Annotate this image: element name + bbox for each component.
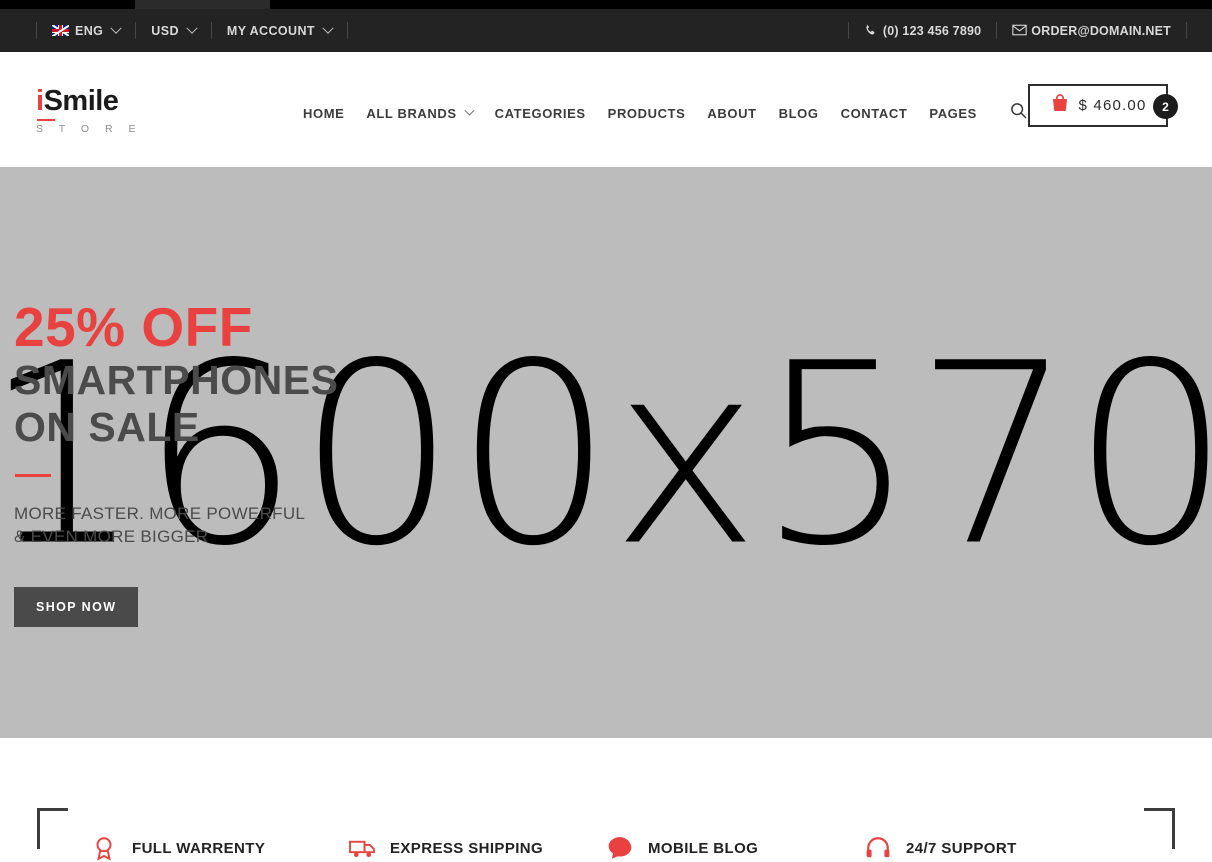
hero-offer-text: 25% OFF xyxy=(14,296,253,358)
currency-label: USD xyxy=(151,23,179,38)
nav-item-about[interactable]: ABOUT xyxy=(696,106,767,121)
cart-total: $ 460.00 xyxy=(1078,97,1147,114)
nav-item-all-brands[interactable]: ALL BRANDS xyxy=(355,105,483,121)
nav-label: PAGES xyxy=(929,105,977,121)
hero-content: 25% OFF SMARTPHONES ON SALE MORE FASTER.… xyxy=(14,299,338,627)
logo-underline xyxy=(37,119,55,121)
nav-label: CATEGORIES xyxy=(494,105,586,121)
hero-subtitle-line1: MORE FASTER. MORE POWERFUL xyxy=(14,503,306,523)
phone-link[interactable]: (0) 123 456 7890 xyxy=(849,9,996,52)
email-link[interactable]: ORDER@DOMAIN.NET xyxy=(997,9,1186,52)
feature-express-shipping[interactable]: EXPRESS SHIPPING xyxy=(348,834,606,862)
decorative-bracket-right xyxy=(1144,808,1175,849)
topbar-left-group: ENG USD MY ACCOUNT xyxy=(36,9,348,52)
email-address: ORDER@DOMAIN.NET xyxy=(1031,23,1171,38)
nav-label: CONTACT xyxy=(840,105,908,121)
browser-chrome-strip xyxy=(0,0,1212,9)
nav-item-home[interactable]: HOME xyxy=(292,106,355,121)
truck-icon xyxy=(348,834,376,862)
language-label: ENG xyxy=(75,23,104,38)
nav-label: PRODUCTS xyxy=(607,105,686,121)
nav-label: ALL BRANDS xyxy=(366,105,457,121)
my-account-label: MY ACCOUNT xyxy=(226,23,315,38)
cart-item-count-badge: 2 xyxy=(1153,94,1178,119)
chevron-down-icon xyxy=(322,22,334,34)
nav-item-products[interactable]: PRODUCTS xyxy=(597,106,697,121)
feature-title: FULL WARRENTY xyxy=(132,839,266,857)
nav-item-categories[interactable]: CATEGORIES xyxy=(484,106,597,121)
search-button[interactable] xyxy=(1010,102,1027,124)
features-row: FULL WARRENTY EXPRESS SHIPPING MOBILE BL… xyxy=(90,834,1122,862)
divider xyxy=(1186,22,1187,39)
feature-mobile-blog[interactable]: MOBILE BLOG xyxy=(606,834,864,862)
my-account-menu[interactable]: MY ACCOUNT xyxy=(212,9,347,52)
hero-subtitle: MORE FASTER. MORE POWERFUL & EVEN MORE B… xyxy=(14,503,338,549)
logo-wordmark: iSmile xyxy=(36,87,142,116)
mail-icon xyxy=(1012,24,1028,37)
nav-label: ABOUT xyxy=(707,105,757,121)
shopping-bag-icon xyxy=(1050,93,1070,118)
hero-headline-line1: SMARTPHONES xyxy=(14,357,339,404)
chevron-down-icon xyxy=(464,105,475,116)
award-icon xyxy=(90,834,118,862)
topbar-right-group: (0) 123 456 7890 ORDER@DOMAIN.NET xyxy=(847,9,1187,52)
cart-button[interactable]: $ 460.00 2 xyxy=(1028,84,1178,127)
nav-item-contact[interactable]: CONTACT xyxy=(830,106,919,121)
language-selector[interactable]: ENG xyxy=(37,9,135,52)
chevron-down-icon xyxy=(186,22,198,34)
nav-label: HOME xyxy=(303,105,345,121)
hero-banner: 1600x570 25% OFF SMARTPHONES ON SALE MOR… xyxy=(0,167,1212,738)
uk-flag-icon xyxy=(52,25,69,36)
shop-now-button[interactable]: SHOP NOW xyxy=(14,586,139,627)
nav-item-blog[interactable]: BLOG xyxy=(768,106,830,121)
divider xyxy=(346,22,348,39)
chevron-down-icon xyxy=(110,22,122,34)
site-header: iSmile S T O R E HOME ALL BRANDS CATEGOR… xyxy=(0,52,1212,167)
phone-number: (0) 123 456 7890 xyxy=(882,23,982,38)
browser-tab[interactable] xyxy=(135,0,270,9)
decorative-bracket-left xyxy=(37,808,68,849)
main-navigation: HOME ALL BRANDS CATEGORIES PRODUCTS ABOU… xyxy=(292,102,1027,124)
currency-selector[interactable]: USD xyxy=(136,9,211,52)
feature-title: MOBILE BLOG xyxy=(648,839,759,857)
top-utility-bar: ENG USD MY ACCOUNT (0) 123 456 7890 ORDE… xyxy=(0,9,1212,52)
hero-headline-line2: ON SALE xyxy=(14,404,200,451)
feature-full-warrenty[interactable]: FULL WARRENTY xyxy=(90,834,348,862)
nav-item-pages[interactable]: PAGES xyxy=(918,106,988,121)
search-icon xyxy=(1010,102,1027,124)
site-logo[interactable]: iSmile S T O R E xyxy=(36,87,142,135)
feature-24-7-support[interactable]: 24/7 SUPPORT xyxy=(864,834,1122,862)
logo-subtitle: S T O R E xyxy=(36,123,142,135)
hero-accent-rule xyxy=(15,473,51,477)
logo-accent-letter: i xyxy=(36,85,44,117)
nav-label: BLOG xyxy=(778,105,819,121)
phone-icon xyxy=(864,24,877,37)
chat-icon xyxy=(606,834,634,862)
feature-title: 24/7 SUPPORT xyxy=(906,839,1017,857)
hero-subtitle-line2: & EVEN MORE BIGGER xyxy=(14,526,209,546)
logo-rest: Smile xyxy=(43,85,119,117)
feature-title: EXPRESS SHIPPING xyxy=(390,839,544,857)
headphones-icon xyxy=(864,834,892,862)
features-strip: FULL WARRENTY EXPRESS SHIPPING MOBILE BL… xyxy=(0,738,1212,861)
